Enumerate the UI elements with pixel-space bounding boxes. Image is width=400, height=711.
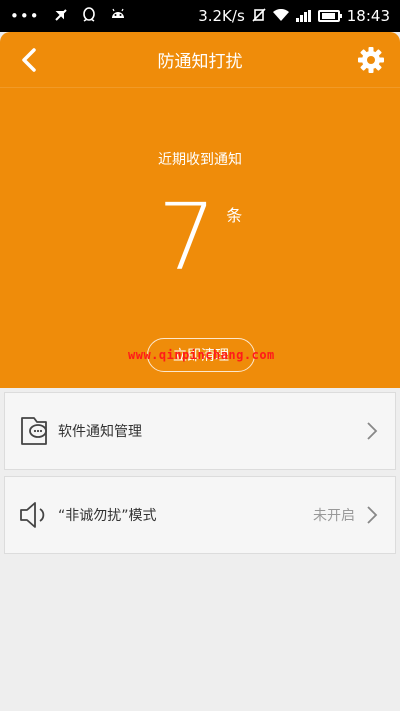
count-number: 7 [157,184,217,291]
mode-status-text: 未开启 [313,508,355,524]
back-button[interactable] [16,46,44,74]
signal-icon [295,10,311,22]
status-bar-right: 3.2K/s 18:43 [198,6,390,25]
app-notification-icon [21,417,47,445]
status-bar: ••• 3.2K/s 18:43 [0,0,400,32]
recent-notifications-label: 近期收到通知 [158,152,242,168]
title-bar: 防通知打扰 [0,32,400,88]
status-bar-left: ••• [10,6,126,26]
notification-count: 7 条 [0,192,400,284]
settings-list: 软件通知管理 “非诚勿扰”模式 未开启 [4,392,396,560]
android-icon [110,8,126,25]
speaker-icon [20,502,45,528]
chevron-right-icon [367,422,378,440]
network-speed: 3.2K/s [198,6,245,25]
settings-button[interactable] [356,45,386,75]
battery-icon [317,10,342,22]
list-item-label: 软件通知管理 [58,424,142,440]
chevron-right-icon [367,506,378,524]
watermark: www.qinpinchang.com [128,348,275,362]
mute-icon [54,8,68,25]
notification-dots-icon: ••• [10,6,40,25]
gear-icon [358,47,384,73]
list-item-app-notification-management[interactable]: 软件通知管理 [4,392,396,470]
list-item-label: “非诚勿扰”模式 [58,508,157,524]
qq-icon [82,6,96,26]
page-title: 防通知打扰 [157,52,243,72]
count-unit: 条 [226,206,243,225]
wifi-icon [272,8,289,24]
notification-summary-panel: 防通知打扰 近期收到通知 7 条 立即清理 www.qinpinchang.co… [0,32,400,388]
back-arrow-icon [22,48,36,72]
list-item-do-not-disturb-mode[interactable]: “非诚勿扰”模式 未开启 [4,476,396,554]
clock: 18:43 [346,6,390,25]
vibrate-off-icon [252,7,266,25]
